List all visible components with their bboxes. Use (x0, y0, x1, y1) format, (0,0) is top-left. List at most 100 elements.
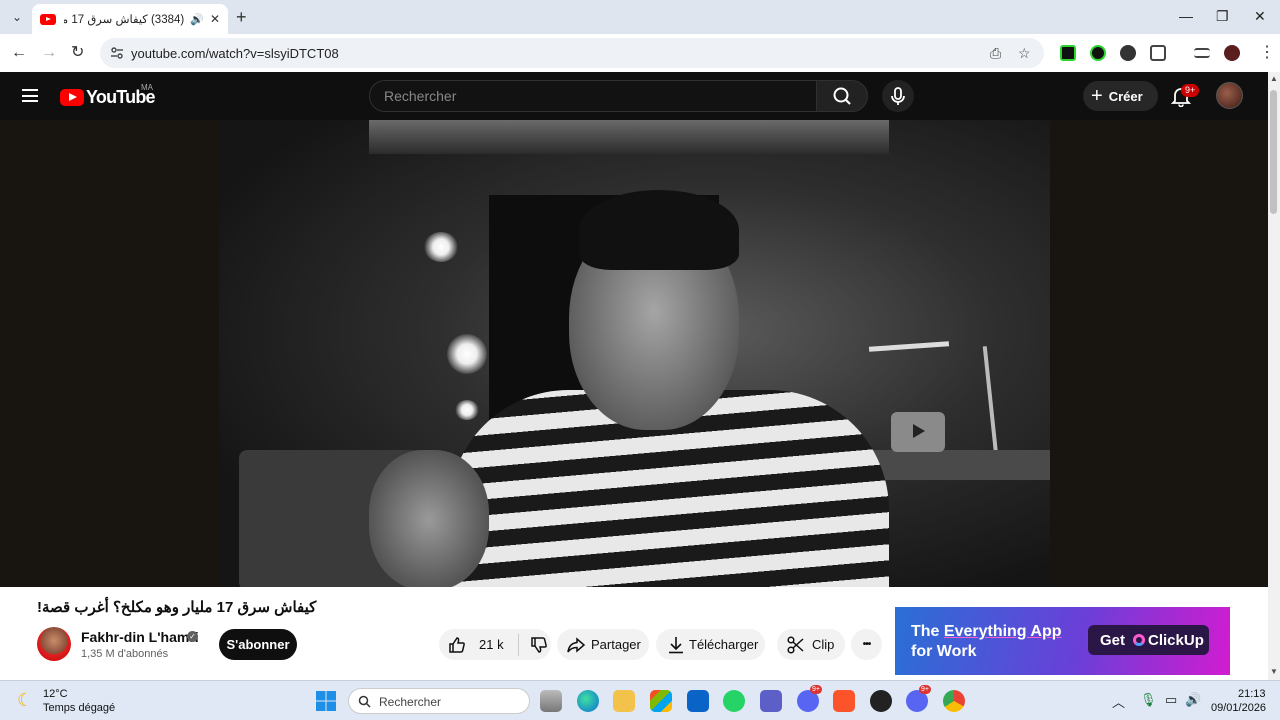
share-label: Partager (591, 637, 641, 652)
share-icon (567, 636, 586, 653)
video-frame-hair (579, 190, 739, 270)
screen: ⌄ (3384) كيفاش سرق 17 مليار 🔊 ✕ + — ❐ ✕ … (0, 0, 1280, 720)
clickup-logo-icon (1133, 634, 1146, 646)
extension-round-icon[interactable] (1120, 45, 1136, 61)
video-frame-ceiling (369, 120, 889, 154)
ad-headline-part1: The (911, 623, 944, 640)
weather-moon-icon[interactable]: ☾ (17, 690, 33, 711)
download-icon (669, 636, 683, 653)
site-info-icon[interactable] (110, 46, 124, 60)
browser-titlebar: ⌄ (3384) كيفاش سرق 17 مليار 🔊 ✕ + — ❐ ✕ (0, 0, 1280, 34)
create-button[interactable]: + Créer (1083, 81, 1158, 111)
dislike-icon[interactable] (529, 635, 549, 655)
search-icon (833, 87, 851, 105)
ad-cta-button[interactable]: Get ClickUp (1088, 625, 1209, 655)
tray-mic-icon[interactable]: 🎙 (1140, 692, 1157, 708)
video-frame-desk-lamp (868, 341, 950, 352)
account-avatar[interactable] (1216, 82, 1243, 109)
video-frame-lamp-pole (982, 346, 1000, 466)
address-bar[interactable]: youtube.com/watch?v=slsyiDTCT08 ⎙ ☆ (100, 38, 1044, 68)
ad-cta-brand: ClickUp (1148, 631, 1204, 649)
minimize-button[interactable]: — (1179, 8, 1193, 24)
youtube-favicon (40, 13, 56, 25)
profile-icon[interactable] (1224, 45, 1240, 61)
forward-icon[interactable]: → (41, 44, 57, 62)
channel-avatar[interactable] (37, 627, 71, 661)
back-icon[interactable]: ← (11, 44, 27, 62)
like-icon[interactable] (447, 635, 467, 655)
search-button[interactable] (816, 80, 868, 112)
discord-badge: 9+ (810, 685, 822, 694)
chrome-icon[interactable] (943, 690, 965, 712)
extension-k-icon[interactable] (1060, 45, 1076, 61)
brave-icon[interactable] (833, 690, 855, 712)
tray-network-icon[interactable]: ▭ (1165, 692, 1177, 708)
download-button[interactable]: Télécharger (656, 629, 765, 660)
windows-icon[interactable] (315, 690, 337, 712)
video-player[interactable] (219, 120, 1050, 587)
store-icon[interactable] (650, 690, 672, 712)
video-title: كيفاش سرق 17 مليار وهو مكلخ؟ أغرب قصة! (37, 599, 317, 616)
weather-temperature[interactable]: 12°C (43, 688, 68, 700)
clock-date[interactable]: 09/01/2026 (1211, 702, 1266, 714)
tab-search-icon[interactable]: ⌄ (6, 6, 28, 28)
tray-volume-icon[interactable]: 🔊 (1185, 692, 1201, 708)
audio-icon[interactable]: 🔊 (190, 13, 204, 26)
weather-description[interactable]: Temps dégagé (43, 702, 115, 714)
search-placeholder: Rechercher (384, 88, 457, 104)
voice-search-button[interactable] (882, 80, 914, 112)
tray-chevron-icon[interactable]: ︿ (1112, 692, 1125, 711)
file-explorer-icon[interactable] (613, 690, 635, 712)
video-frame-hand (369, 450, 489, 587)
install-icon[interactable]: ⎙ (990, 45, 1001, 62)
like-divider (517, 633, 519, 656)
app-round-icon[interactable] (870, 690, 892, 712)
tab-title: (3384) كيفاش سرق 17 مليار (64, 14, 185, 26)
create-label: Créer (1108, 88, 1143, 104)
more-actions-button[interactable]: ••• (851, 629, 882, 660)
video-frame-light-2 (447, 334, 487, 374)
video-frame-light-3 (455, 400, 479, 420)
ad-headline-part2: for Work (911, 643, 977, 660)
scroll-up-icon[interactable]: ▲ (1270, 74, 1278, 83)
browser-tab-active[interactable]: (3384) كيفاش سرق 17 مليار 🔊 ✕ (32, 4, 228, 34)
tab-close-icon[interactable]: ✕ (210, 12, 220, 26)
extension-x-icon[interactable] (1090, 45, 1106, 61)
new-tab-button[interactable]: + (236, 8, 247, 26)
channel-name[interactable]: Fakhr-din L'hamri (81, 629, 199, 645)
subscribe-button[interactable]: S'abonner (219, 629, 297, 660)
reload-icon[interactable]: ↻ (71, 44, 84, 62)
edge-icon[interactable] (577, 690, 599, 712)
teams-icon[interactable] (760, 690, 782, 712)
menu-dots-icon[interactable]: ⋮ (1259, 44, 1275, 62)
plus-icon: + (1091, 85, 1103, 107)
like-count[interactable]: 21 k (479, 637, 504, 652)
hamburger-icon[interactable] (22, 89, 38, 102)
clickup-ad-banner[interactable]: The Everything App for Work Get ClickUp (895, 607, 1230, 675)
task-view-icon[interactable] (540, 690, 562, 712)
taskbar-search-input[interactable]: Rechercher (348, 688, 530, 714)
search-input[interactable]: Rechercher (369, 80, 817, 112)
clip-button[interactable]: Clip (777, 629, 845, 660)
media-icon[interactable] (1194, 48, 1210, 58)
extension-icon[interactable] (1150, 45, 1166, 61)
clip-label: Clip (812, 637, 835, 652)
browser-toolbar: ← → ↻ youtube.com/watch?v=slsyiDTCT08 ⎙ … (0, 34, 1280, 72)
taskbar-search-placeholder: Rechercher (379, 695, 442, 709)
close-window-button[interactable]: ✕ (1254, 8, 1266, 24)
scroll-down-icon[interactable]: ▼ (1270, 667, 1278, 676)
star-icon[interactable]: ☆ (1018, 45, 1031, 62)
video-frame-light-1 (424, 232, 458, 262)
share-button[interactable]: Partager (557, 629, 649, 660)
scissors-icon (787, 635, 804, 654)
page-scrollbar[interactable]: ▲ ▼ (1268, 72, 1280, 680)
subscriber-count: 1,35 M d'abonnés (81, 648, 169, 660)
scroll-thumb[interactable] (1270, 90, 1277, 214)
maximize-button[interactable]: ❐ (1216, 8, 1229, 24)
whatsapp-icon[interactable] (723, 690, 745, 712)
verified-icon: ✓ (187, 631, 198, 642)
windows-taskbar: ☾ 12°C Temps dégagé Rechercher 9+ 9+ ︿ 🎙… (0, 680, 1280, 720)
mail-icon[interactable] (687, 690, 709, 712)
clock-time[interactable]: 21:13 (1238, 688, 1266, 700)
like-dislike-group: 21 k (439, 629, 551, 660)
